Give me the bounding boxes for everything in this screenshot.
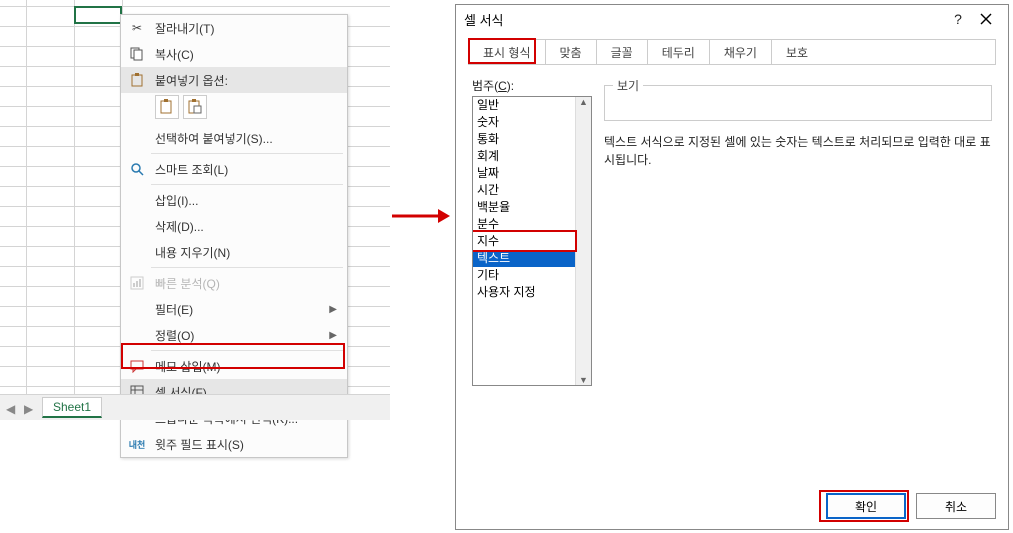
cm-sort[interactable]: 정렬(O) ▶ — [121, 322, 347, 348]
cat-fraction[interactable]: 분수 — [473, 216, 577, 233]
paste-options-row — [121, 93, 347, 125]
cat-general[interactable]: 일반 — [473, 97, 577, 114]
paste-icon — [127, 70, 147, 90]
cat-text[interactable]: 텍스트 — [473, 250, 577, 267]
cm-show-phonetic[interactable]: 내천 윗주 필드 표시(S) — [121, 431, 347, 457]
cm-quick-analysis-label: 빠른 분석(Q) — [155, 275, 341, 292]
listbox-scrollbar[interactable]: ▲ ▼ — [575, 97, 591, 385]
cm-cut[interactable]: ✂ 잘라내기(T) — [121, 15, 347, 41]
dialog-buttons: 확인 취소 — [826, 493, 996, 519]
blank-icon — [127, 190, 147, 210]
spreadsheet-area: ✂ 잘라내기(T) 복사(C) 붙여넣기 옵션: 선택하여 붙여넣기(S) — [0, 0, 390, 420]
sheet-tabs: ◀ ▶ Sheet1 — [0, 394, 390, 420]
cat-custom[interactable]: 사용자 지정 — [473, 284, 577, 301]
format-cells-dialog: 셀 서식 ? 표시 형식 맞춤 글꼴 테두리 채우기 보호 범주(C): 일반 … — [455, 4, 1009, 530]
cat-special[interactable]: 기타 — [473, 267, 577, 284]
cm-paste-special-label: 선택하여 붙여넣기(S)... — [155, 130, 341, 147]
tab-number[interactable]: 표시 형식 — [469, 40, 546, 64]
blank-icon — [127, 216, 147, 236]
cm-insert-label: 삽입(I)... — [155, 192, 341, 209]
blank-icon — [127, 299, 147, 319]
dialog-tabs: 표시 형식 맞춤 글꼴 테두리 채우기 보호 — [468, 39, 996, 65]
cm-insert[interactable]: 삽입(I)... — [121, 187, 347, 213]
close-button[interactable] — [972, 8, 1000, 30]
cm-paste-options: 붙여넣기 옵션: — [121, 67, 347, 93]
cat-accounting[interactable]: 회계 — [473, 148, 577, 165]
cut-icon: ✂ — [127, 18, 147, 38]
tab-fill[interactable]: 채우기 — [710, 40, 772, 64]
cm-clear[interactable]: 내용 지우기(N) — [121, 239, 347, 265]
tab-protection[interactable]: 보호 — [772, 40, 822, 64]
cat-number[interactable]: 숫자 — [473, 114, 577, 131]
cm-paste-special[interactable]: 선택하여 붙여넣기(S)... — [121, 125, 347, 151]
quick-analysis-icon — [127, 273, 147, 293]
cat-percentage[interactable]: 백분율 — [473, 199, 577, 216]
cm-copy[interactable]: 복사(C) — [121, 41, 347, 67]
right-column: 보기 텍스트 서식으로 지정된 셀에 있는 숫자는 텍스트로 처리되므로 입력한… — [604, 77, 992, 386]
dialog-title: 셀 서식 — [464, 10, 944, 29]
cm-delete[interactable]: 삭제(D)... — [121, 213, 347, 239]
cat-scientific[interactable]: 지수 — [473, 233, 577, 250]
blank-icon — [127, 242, 147, 262]
cm-smart-lookup[interactable]: 스마트 조회(L) — [121, 156, 347, 182]
arrow-icon — [392, 206, 450, 226]
sheet-tab-1[interactable]: Sheet1 — [42, 397, 102, 418]
tab-border[interactable]: 테두리 — [648, 40, 710, 64]
phonetic-icon: 내천 — [127, 434, 147, 454]
selected-cell[interactable] — [74, 6, 122, 24]
scroll-up-icon[interactable]: ▲ — [579, 97, 588, 107]
cm-sort-label: 정렬(O) — [155, 327, 321, 344]
cat-time[interactable]: 시간 — [473, 182, 577, 199]
cm-paste-options-label: 붙여넣기 옵션: — [155, 72, 341, 89]
cm-insert-comment-label: 메모 삽입(M) — [155, 358, 341, 375]
cm-copy-label: 복사(C) — [155, 46, 341, 63]
scroll-down-icon[interactable]: ▼ — [579, 375, 588, 385]
copy-icon — [127, 44, 147, 64]
paste-option-2[interactable] — [183, 95, 207, 119]
lookup-icon — [127, 159, 147, 179]
sheet-nav-prev-icon[interactable]: ◀ — [6, 402, 16, 414]
category-description: 텍스트 서식으로 지정된 셀에 있는 숫자는 텍스트로 처리되므로 입력한 대로… — [604, 133, 992, 169]
cat-currency[interactable]: 통화 — [473, 131, 577, 148]
ok-button[interactable]: 확인 — [826, 493, 906, 519]
context-menu: ✂ 잘라내기(T) 복사(C) 붙여넣기 옵션: 선택하여 붙여넣기(S) — [120, 14, 348, 458]
blank-icon — [127, 325, 147, 345]
cm-filter-label: 필터(E) — [155, 301, 321, 318]
paste-option-1[interactable] — [155, 95, 179, 119]
cm-insert-comment[interactable]: 메모 삽입(M) — [121, 353, 347, 379]
cat-date[interactable]: 날짜 — [473, 165, 577, 182]
help-button[interactable]: ? — [944, 8, 972, 30]
sheet-nav-next-icon[interactable]: ▶ — [24, 402, 34, 414]
separator — [151, 350, 343, 351]
sample-label: 보기 — [613, 77, 643, 94]
cm-delete-label: 삭제(D)... — [155, 218, 341, 235]
cm-quick-analysis: 빠른 분석(Q) — [121, 270, 347, 296]
cancel-button[interactable]: 취소 — [916, 493, 996, 519]
cm-smart-lookup-label: 스마트 조회(L) — [155, 161, 341, 178]
tab-font[interactable]: 글꼴 — [597, 40, 648, 64]
category-label: 범주(C): — [472, 77, 592, 94]
cm-show-phonetic-label: 윗주 필드 표시(S) — [155, 436, 341, 453]
cm-clear-label: 내용 지우기(N) — [155, 244, 341, 261]
chevron-right-icon: ▶ — [329, 304, 337, 315]
separator — [151, 184, 343, 185]
separator — [151, 267, 343, 268]
chevron-right-icon: ▶ — [329, 330, 337, 341]
comment-icon — [127, 356, 147, 376]
title-bar: 셀 서식 ? — [456, 5, 1008, 33]
category-listbox[interactable]: 일반 숫자 통화 회계 날짜 시간 백분율 분수 지수 텍스트 기타 사용자 지… — [472, 96, 592, 386]
tab-alignment[interactable]: 맞춤 — [546, 40, 597, 64]
dialog-body: 범주(C): 일반 숫자 통화 회계 날짜 시간 백분율 분수 지수 텍스트 기… — [456, 65, 1008, 394]
cm-filter[interactable]: 필터(E) ▶ — [121, 296, 347, 322]
separator — [151, 153, 343, 154]
blank-icon — [127, 128, 147, 148]
sample-fieldset: 보기 — [604, 77, 992, 121]
cm-cut-label: 잘라내기(T) — [155, 20, 341, 37]
category-column: 범주(C): 일반 숫자 통화 회계 날짜 시간 백분율 분수 지수 텍스트 기… — [472, 77, 592, 386]
